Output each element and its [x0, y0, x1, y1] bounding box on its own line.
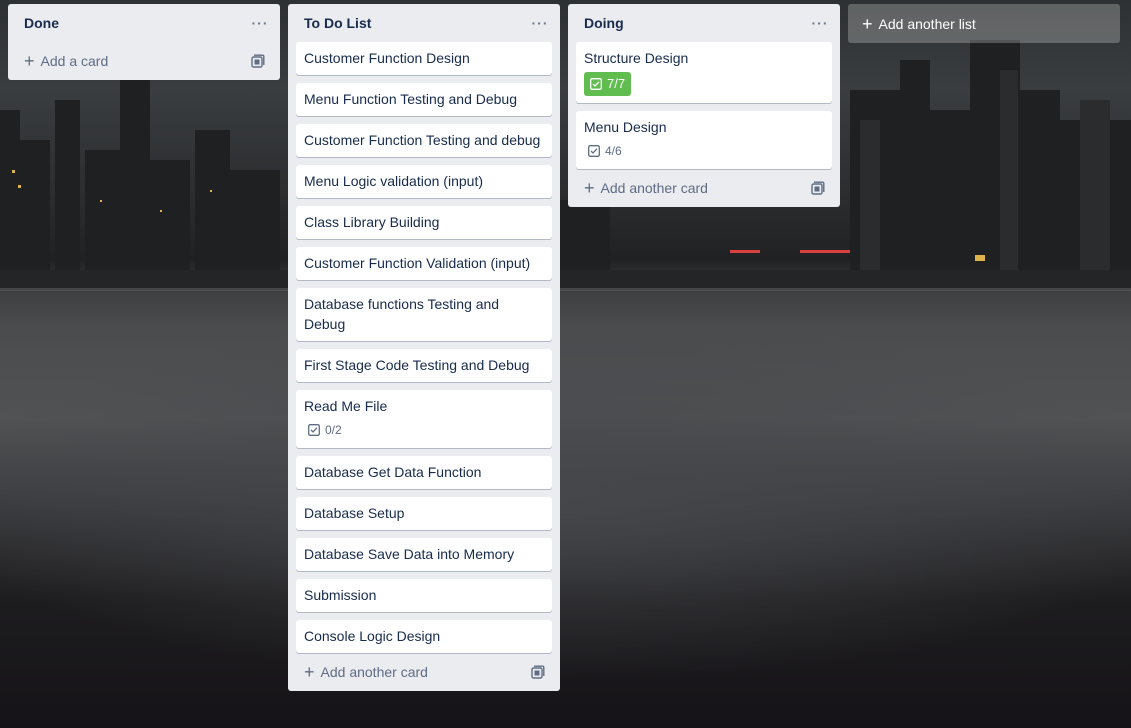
list-title[interactable]: Doing	[584, 15, 624, 31]
card[interactable]: Menu Logic validation (input)	[296, 165, 552, 198]
card[interactable]: Customer Function Validation (input)	[296, 247, 552, 280]
card-title: Database functions Testing and Debug	[304, 296, 500, 332]
add-card-label: Add another card	[320, 664, 428, 680]
checklist-badge: 0/2	[304, 420, 346, 440]
list-header: Done ···	[16, 4, 272, 42]
plus-icon: +	[862, 13, 873, 34]
card-title: First Stage Code Testing and Debug	[304, 357, 530, 373]
add-list-button[interactable]: + Add another list	[848, 4, 1120, 43]
more-horizontal-icon[interactable]: ···	[248, 11, 272, 35]
card[interactable]: Customer Function Testing and debug	[296, 124, 552, 157]
add-list-label: Add another list	[878, 15, 976, 32]
card-title: Menu Logic validation (input)	[304, 173, 483, 189]
card[interactable]: Customer Function Design	[296, 42, 552, 75]
card[interactable]: Class Library Building	[296, 206, 552, 239]
card-title: Structure Design	[584, 50, 689, 66]
add-card-button[interactable]: + Add another card	[576, 169, 832, 207]
card[interactable]: Read Me File 0/2	[296, 390, 552, 448]
add-card-button[interactable]: + Add another card	[296, 653, 552, 691]
list-to-do: To Do List ··· Customer Function Design …	[288, 4, 560, 691]
card-title: Console Logic Design	[304, 628, 441, 644]
card-title: Customer Function Validation (input)	[304, 255, 531, 271]
checklist-count: 0/2	[325, 423, 342, 437]
list-title[interactable]: To Do List	[304, 15, 371, 31]
card[interactable]: Console Logic Design	[296, 620, 552, 653]
checkbox-icon	[590, 78, 602, 90]
card-title: Customer Function Design	[304, 50, 470, 66]
card-title: Class Library Building	[304, 214, 440, 230]
card[interactable]: First Stage Code Testing and Debug	[296, 349, 552, 382]
plus-icon: +	[584, 178, 595, 198]
card[interactable]: Menu Design 4/6	[576, 111, 832, 169]
checkbox-icon	[308, 424, 320, 436]
more-horizontal-icon[interactable]: ···	[808, 11, 832, 35]
list-header: To Do List ···	[296, 4, 552, 42]
board: Done ··· + Add a card To Do List ··· Cus…	[8, 4, 1120, 691]
card[interactable]: Submission	[296, 579, 552, 612]
add-card-label: Add another card	[600, 180, 708, 196]
card-template-icon[interactable]	[806, 176, 830, 200]
card[interactable]: Database functions Testing and Debug	[296, 288, 552, 341]
plus-icon: +	[24, 51, 35, 71]
add-card-button[interactable]: + Add a card	[16, 42, 272, 80]
list-title[interactable]: Done	[24, 15, 59, 31]
card[interactable]: Database Save Data into Memory	[296, 538, 552, 571]
card-title: Read Me File	[304, 398, 388, 414]
card-title: Submission	[304, 587, 377, 603]
list-done: Done ··· + Add a card	[8, 4, 280, 80]
card-title: Menu Function Testing and Debug	[304, 91, 517, 107]
card-title: Database Setup	[304, 505, 405, 521]
card-list: Structure Design 7/7 Menu Design 4/6	[576, 42, 832, 169]
card-template-icon[interactable]	[246, 49, 270, 73]
checkbox-icon	[588, 145, 600, 157]
card[interactable]: Menu Function Testing and Debug	[296, 83, 552, 116]
add-card-label: Add a card	[40, 53, 109, 69]
plus-icon: +	[304, 662, 315, 682]
list-doing: Doing ··· Structure Design 7/7 Menu Desi…	[568, 4, 840, 207]
card-title: Database Get Data Function	[304, 464, 482, 480]
checklist-count: 4/6	[605, 144, 622, 158]
card[interactable]: Structure Design 7/7	[576, 42, 832, 103]
list-header: Doing ···	[576, 4, 832, 42]
card-list: Customer Function Design Menu Function T…	[296, 42, 552, 653]
card[interactable]: Database Setup	[296, 497, 552, 530]
card-title: Customer Function Testing and debug	[304, 132, 541, 148]
checklist-badge-complete: 7/7	[584, 72, 632, 96]
checklist-count: 7/7	[607, 76, 626, 91]
checklist-badge: 4/6	[584, 141, 626, 161]
card-template-icon[interactable]	[526, 660, 550, 684]
more-horizontal-icon[interactable]: ···	[528, 11, 552, 35]
card[interactable]: Database Get Data Function	[296, 456, 552, 489]
card-title: Database Save Data into Memory	[304, 546, 515, 562]
card-title: Menu Design	[584, 119, 667, 135]
